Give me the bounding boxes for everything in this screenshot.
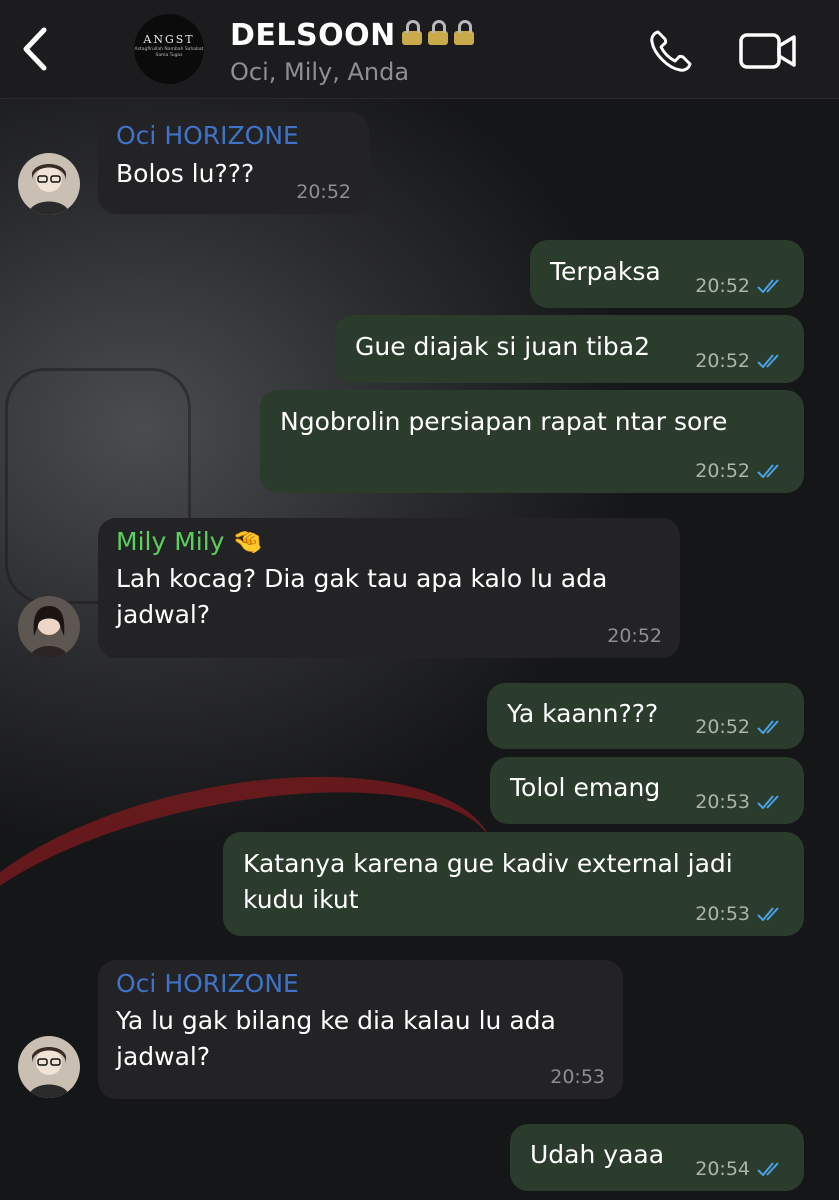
message-text: Katanya karena gue kadiv external jadi k…	[243, 849, 741, 914]
message-bubble-outgoing[interactable]: Katanya karena gue kadiv external jadi k…	[223, 832, 804, 936]
message-time: 20:52	[695, 275, 750, 297]
phone-icon	[650, 30, 692, 72]
chat-members[interactable]: Oci, Mily, Anda	[230, 58, 409, 86]
double-check-icon	[757, 720, 779, 734]
message-bubble-outgoing[interactable]: Gue diajak si juan tiba2 20:52	[335, 315, 804, 383]
message-bubble-incoming[interactable]: Mily Mily 🤏 Lah kocag? Dia gak tau apa k…	[98, 518, 680, 658]
message-text: Lah kocag? Dia gak tau apa kalo lu ada j…	[116, 564, 616, 629]
message-bubble-outgoing[interactable]: Tolol emang 20:53	[490, 757, 804, 824]
lock-icon	[427, 20, 448, 45]
message-text: Ya lu gak bilang ke dia kalau lu ada jad…	[116, 1006, 564, 1071]
sender-name: Oci HORIZONE	[116, 969, 299, 998]
message-time: 20:52	[695, 460, 750, 482]
message-time: 20:52	[296, 181, 351, 203]
double-check-icon	[757, 464, 779, 478]
double-check-icon	[757, 279, 779, 293]
group-avatar-text: ANGST	[143, 33, 195, 46]
avatar-oci[interactable]	[18, 153, 80, 215]
message-bubble-outgoing[interactable]: Ya kaann??? 20:52	[487, 683, 804, 749]
message-time: 20:53	[695, 791, 750, 813]
message-time: 20:52	[607, 625, 662, 647]
chat-header: ANGST Astagfirullah Nambah Sahabat Sama …	[0, 0, 839, 99]
message-bubble-outgoing[interactable]: Terpaksa 20:52	[530, 240, 804, 308]
message-bubble-outgoing[interactable]: Ngobrolin persiapan rapat ntar sore 20:5…	[260, 390, 804, 493]
double-check-icon	[757, 1162, 779, 1176]
message-text: Ngobrolin persiapan rapat ntar sore	[280, 407, 728, 436]
message-time: 20:53	[695, 903, 750, 925]
double-check-icon	[757, 907, 779, 921]
message-time: 20:52	[695, 350, 750, 372]
message-time: 20:53	[550, 1066, 605, 1088]
message-time: 20:54	[695, 1158, 750, 1180]
group-avatar[interactable]: ANGST Astagfirullah Nambah Sahabat Sama …	[134, 14, 204, 84]
lock-icon	[401, 20, 422, 45]
sender-name: Oci HORIZONE	[116, 121, 299, 150]
video-call-button[interactable]	[738, 30, 798, 72]
sender-name: Mily Mily 🤏	[116, 527, 264, 556]
video-camera-icon	[739, 33, 796, 69]
message-bubble-outgoing[interactable]: Udah yaaa 20:54	[510, 1124, 804, 1191]
voice-call-button[interactable]	[648, 28, 694, 74]
group-avatar-subtext: Astagfirullah Nambah Sahabat Sama Tugas	[134, 47, 204, 58]
chat-title-text: DELSOON	[230, 18, 396, 53]
chevron-left-icon	[23, 27, 47, 71]
avatar-mily[interactable]	[18, 596, 80, 658]
chat-title[interactable]: DELSOON	[230, 18, 474, 53]
back-button[interactable]	[14, 24, 54, 74]
lock-icon	[453, 20, 474, 45]
message-time: 20:52	[695, 716, 750, 738]
message-bubble-incoming[interactable]: Oci HORIZONE Ya lu gak bilang ke dia kal…	[98, 960, 623, 1099]
avatar-oci[interactable]	[18, 1036, 80, 1098]
double-check-icon	[757, 354, 779, 368]
message-bubble-incoming[interactable]: Oci HORIZONE Bolos lu??? 20:52	[98, 112, 369, 214]
double-check-icon	[757, 795, 779, 809]
